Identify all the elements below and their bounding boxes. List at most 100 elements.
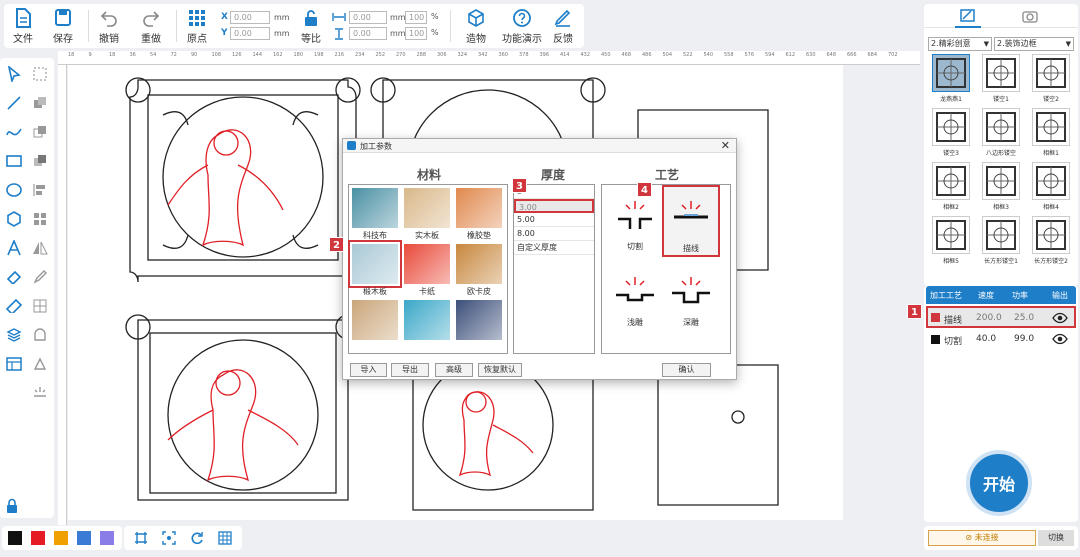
color-swatch[interactable] xyxy=(8,531,22,545)
intersect-tool[interactable] xyxy=(30,151,50,171)
library-item[interactable] xyxy=(982,216,1020,254)
tab-shapes[interactable] xyxy=(960,9,976,26)
grid-icon[interactable] xyxy=(218,531,232,545)
layer-row-selected[interactable]: 描线 200.0 25.0 xyxy=(926,306,1076,328)
union-tool[interactable] xyxy=(30,93,50,113)
y-input[interactable]: 0.00 xyxy=(230,27,270,40)
width-percent-input[interactable]: 100 xyxy=(405,11,427,24)
library-item[interactable] xyxy=(1032,216,1070,254)
feedback-button[interactable]: 反馈 xyxy=(546,8,580,45)
ellipse-tool[interactable] xyxy=(4,180,24,200)
select-tool[interactable] xyxy=(4,64,24,84)
material-swatch[interactable] xyxy=(352,188,398,228)
library-item[interactable] xyxy=(982,54,1020,92)
subcategory-select[interactable]: 2.装饰边框 ▼ xyxy=(994,37,1074,51)
rectangle-tool[interactable] xyxy=(4,151,24,171)
mirror-tool[interactable] xyxy=(30,238,50,258)
library-item[interactable] xyxy=(1032,162,1070,200)
focus-icon[interactable] xyxy=(162,531,176,545)
curve-tool[interactable] xyxy=(4,122,24,142)
layer-speed[interactable]: 200.0 xyxy=(976,313,1002,323)
process-cut[interactable]: 切割 xyxy=(610,197,660,253)
advanced-button[interactable]: 高级 xyxy=(435,363,473,377)
process-deep-engrave[interactable]: 深雕 xyxy=(666,273,716,329)
library-item[interactable] xyxy=(932,162,970,200)
material-swatch[interactable] xyxy=(404,244,450,284)
material-swatch[interactable] xyxy=(404,188,450,228)
polygon-tool[interactable] xyxy=(4,209,24,229)
equal-ratio-button[interactable]: 等比 xyxy=(294,8,328,45)
origin-button[interactable]: 原点 xyxy=(180,8,214,45)
file-button[interactable]: 文件 xyxy=(6,8,40,45)
library-item[interactable] xyxy=(1032,108,1070,146)
eye-icon[interactable] xyxy=(1052,312,1068,324)
height-percent-input[interactable]: 100 xyxy=(405,27,427,40)
library-item[interactable] xyxy=(932,216,970,254)
reset-defaults-button[interactable]: 恢复默认 xyxy=(478,363,522,377)
material-swatch[interactable] xyxy=(456,188,502,228)
align-tool[interactable] xyxy=(30,180,50,200)
material-swatch[interactable] xyxy=(404,300,450,340)
measure-tool[interactable] xyxy=(4,296,24,316)
export-button[interactable]: 导出 xyxy=(391,363,429,377)
layer-speed[interactable]: 40.0 xyxy=(976,334,996,344)
arrange-tool[interactable] xyxy=(30,209,50,229)
material-swatch[interactable] xyxy=(348,240,402,288)
array-tool[interactable] xyxy=(30,296,50,316)
color-swatch[interactable] xyxy=(54,531,68,545)
thickness-option[interactable]: 5.00 xyxy=(514,213,594,227)
eraser-tool[interactable] xyxy=(4,267,24,287)
eye-icon[interactable] xyxy=(1052,333,1068,345)
color-swatch[interactable] xyxy=(31,531,45,545)
trim-tool[interactable] xyxy=(30,354,50,374)
process-shallow-engrave[interactable]: 浅雕 xyxy=(610,273,660,329)
color-swatch[interactable] xyxy=(77,531,91,545)
connection-status[interactable]: ⊘ 未连接 xyxy=(928,530,1036,546)
dialog-title: 加工参数 xyxy=(360,142,392,151)
rotate-icon[interactable] xyxy=(190,531,204,545)
custom-thickness-option[interactable]: 自定义厚度 xyxy=(514,241,594,255)
lock-tool[interactable] xyxy=(2,496,22,516)
tab-camera[interactable] xyxy=(1022,9,1038,26)
library-item[interactable] xyxy=(982,108,1020,146)
redo-button[interactable]: 重做 xyxy=(134,8,168,45)
subtract-tool[interactable] xyxy=(30,122,50,142)
x-input[interactable]: 0.00 xyxy=(230,11,270,24)
material-swatch[interactable] xyxy=(352,300,398,340)
library-item[interactable] xyxy=(1032,54,1070,92)
import-button[interactable]: 导入 xyxy=(350,363,387,377)
close-icon[interactable]: ✕ xyxy=(721,139,730,152)
start-button[interactable]: 开始 xyxy=(966,450,1032,516)
switch-button[interactable]: 切换 xyxy=(1038,530,1074,546)
edit-node-tool[interactable] xyxy=(30,267,50,287)
material-swatch[interactable] xyxy=(456,244,502,284)
confirm-button[interactable]: 确认 xyxy=(662,363,711,377)
layers-tool[interactable] xyxy=(4,325,24,345)
text-tool[interactable] xyxy=(4,238,24,258)
layer-power[interactable]: 99.0 xyxy=(1014,334,1034,344)
height-input[interactable]: 0.00 xyxy=(349,27,387,40)
build-button[interactable]: 造物 xyxy=(459,8,493,45)
thickness-option[interactable]: 8.00 xyxy=(514,227,594,241)
library-item[interactable] xyxy=(932,54,970,92)
marquee-tool[interactable] xyxy=(30,64,50,84)
fit-frame-icon[interactable] xyxy=(134,531,148,545)
library-item[interactable] xyxy=(982,162,1020,200)
material-swatch[interactable] xyxy=(456,300,502,340)
undo-button[interactable]: 撤销 xyxy=(92,8,126,45)
width-input[interactable]: 0.00 xyxy=(349,11,387,24)
process-engrave-line-selected[interactable]: 描线 xyxy=(662,185,720,257)
color-swatch[interactable] xyxy=(100,531,114,545)
library-item[interactable] xyxy=(932,108,970,146)
demo-button[interactable]: 功能演示 xyxy=(500,8,544,45)
thickness-option-selected[interactable]: 3.00 xyxy=(514,199,594,213)
layer-power[interactable]: 25.0 xyxy=(1014,313,1034,323)
connection-status-text: 未连接 xyxy=(974,533,999,542)
weld-tool[interactable] xyxy=(30,325,50,345)
layer-row[interactable]: 切割 40.0 99.0 xyxy=(926,330,1076,350)
laser-preview-tool[interactable] xyxy=(30,383,50,403)
category-select[interactable]: 2.精彩创意 ▼ xyxy=(928,37,992,51)
line-tool[interactable] xyxy=(4,93,24,113)
save-button[interactable]: 保存 xyxy=(46,8,80,45)
layout-tool[interactable] xyxy=(4,354,24,374)
